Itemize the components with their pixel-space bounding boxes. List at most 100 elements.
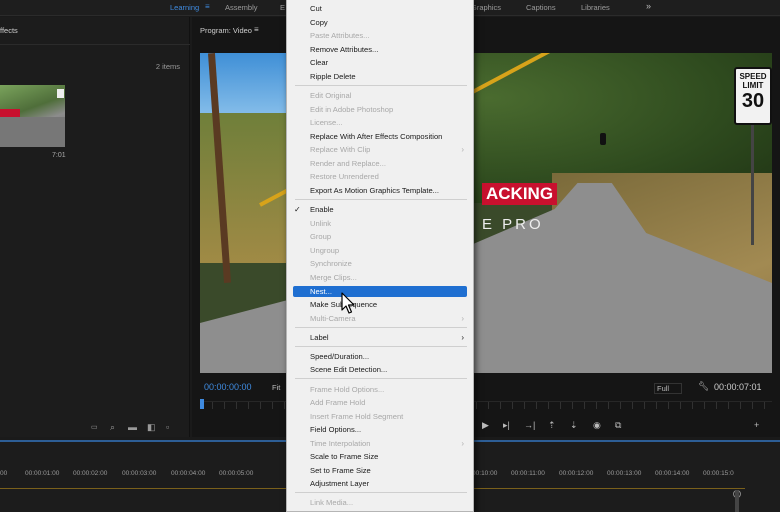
project-toolbar: ▭ ⌕ ▬ ◧ ▫ [0, 419, 190, 439]
workspace-tab-captions[interactable]: Captions [526, 3, 556, 12]
thumbnail-sign [57, 89, 64, 98]
panel-tab-effects[interactable]: ffects [0, 26, 18, 35]
program-panel-menu-icon[interactable]: ≡ [254, 25, 259, 34]
wrench-icon[interactable]: 🔧︎ [698, 381, 709, 392]
menu-separator [295, 346, 467, 347]
more-workspaces-icon[interactable]: » [646, 1, 651, 11]
menu-item-frame-hold-options[interactable]: Frame Hold Options... [287, 384, 473, 395]
playback-resolution-select[interactable]: Full [654, 383, 683, 394]
workspace-tab-assembly[interactable]: Assembly [225, 3, 258, 12]
timeline-tick: 00:00:05:00 [219, 470, 254, 477]
menu-item-ripple-delete[interactable]: Ripple Delete [287, 71, 473, 82]
zoom-select[interactable]: Fit [272, 383, 280, 392]
workspace-tab-editing[interactable]: E [280, 3, 285, 12]
menu-item-label[interactable]: Label › [287, 332, 473, 343]
sign-line-limit: LIMIT [742, 81, 764, 90]
menu-item-make-subsequence[interactable]: Make Subsequence [287, 299, 473, 310]
duration-timecode: 00:00:07:01 [714, 382, 762, 392]
menu-item-group[interactable]: Group [287, 231, 473, 242]
workspace-tab-libraries[interactable]: Libraries [581, 3, 610, 12]
timeline-tick: 00:00:11:00 [511, 470, 545, 477]
menu-item-scene-edit-detection[interactable]: Scene Edit Detection... [287, 364, 473, 375]
menu-item-speed-duration[interactable]: Speed/Duration... [287, 351, 473, 362]
timeline-tick: 00 [0, 470, 8, 477]
video-title-white: E PRO [482, 216, 544, 233]
menu-separator [295, 327, 467, 328]
export-frame-icon[interactable]: ◉ [593, 420, 601, 431]
menu-item-link-media[interactable]: Link Media... [287, 497, 473, 508]
items-count: 2 items [155, 62, 180, 71]
go-to-out-icon[interactable]: →| [524, 420, 535, 430]
timeline-tick: 00:00:14:00 [655, 470, 690, 477]
new-item-icon[interactable]: ◧ [147, 423, 156, 432]
menu-item-enable[interactable]: ✓ Enable [287, 204, 473, 215]
menu-item-insert-frame-hold-segment[interactable]: Insert Frame Hold Segment [287, 411, 473, 422]
program-playhead[interactable] [200, 399, 204, 409]
sign-line-speed: SPEED [739, 72, 767, 81]
menu-item-remove-attributes[interactable]: Remove Attributes... [287, 44, 473, 55]
submenu-arrow-icon: › [461, 439, 464, 448]
menu-item-clear[interactable]: Clear [287, 57, 473, 68]
menu-item-license[interactable]: License... [287, 117, 473, 128]
freeform-view-icon[interactable]: ▭ [91, 423, 100, 432]
menu-item-edit-in-photoshop[interactable]: Edit in Adobe Photoshop [287, 104, 473, 115]
timeline-tick: 00:00:01:00 [25, 470, 60, 477]
menu-item-restore-unrendered[interactable]: Restore Unrendered [287, 171, 473, 182]
menu-item-multi-camera[interactable]: Multi-Camera › [287, 313, 473, 324]
play-icon[interactable]: ▶ [482, 420, 489, 431]
timeline-tick: 00:00:04:00 [171, 470, 206, 477]
menu-item-replace-with-clip[interactable]: Replace With Clip › [287, 144, 473, 155]
transport-controls: ▶ ▸| →| ⇡ ⇣ ◉ ⧉ + [192, 417, 780, 437]
playhead-timecode[interactable]: 00:00:00:00 [204, 382, 252, 392]
timeline-tick: 00:00:12:00 [559, 470, 594, 477]
menu-separator [295, 492, 467, 493]
menu-item-merge-clips[interactable]: Merge Clips... [287, 272, 473, 283]
panel-divider [0, 44, 190, 45]
menu-item-synchronize[interactable]: Synchronize [287, 258, 473, 269]
menu-item-unlink[interactable]: Unlink [287, 218, 473, 229]
timeline-tick: 00:00:13:00 [607, 470, 642, 477]
menu-separator [295, 85, 467, 86]
comparison-view-icon[interactable]: ⧉ [615, 420, 621, 431]
menu-separator [295, 378, 467, 379]
sign-post [751, 125, 754, 245]
step-forward-icon[interactable]: ▸| [503, 420, 510, 431]
video-title-red: ACKING [482, 183, 558, 205]
timeline-scrollbar[interactable] [735, 490, 739, 512]
menu-item-adjustment-layer[interactable]: Adjustment Layer [287, 478, 473, 489]
menu-item-copy[interactable]: Copy [287, 17, 473, 28]
clip-thumbnail[interactable] [0, 85, 65, 147]
thumbnail-road [0, 117, 65, 147]
menu-item-scale-to-frame-size[interactable]: Scale to Frame Size [287, 451, 473, 462]
menu-item-edit-original[interactable]: Edit Original [287, 90, 473, 101]
menu-item-paste-attributes[interactable]: Paste Attributes... [287, 30, 473, 41]
mouse-pointer-icon [341, 292, 355, 314]
checkmark-icon: ✓ [294, 205, 301, 214]
timeline-tick: 00:00:15:0 [703, 470, 734, 477]
menu-item-add-frame-hold[interactable]: Add Frame Hold [287, 397, 473, 408]
sign-number: 30 [741, 90, 765, 112]
add-button-icon[interactable]: + [754, 420, 759, 430]
menu-item-set-to-frame-size[interactable]: Set to Frame Size [287, 465, 473, 476]
clip-duration: 7:01 [52, 152, 66, 159]
menu-item-field-options[interactable]: Field Options... [287, 424, 473, 435]
timeline-tick: 00:00:02:00 [73, 470, 108, 477]
menu-item-ungroup[interactable]: Ungroup [287, 245, 473, 256]
menu-item-export-mogrt[interactable]: Export As Motion Graphics Template... [287, 185, 473, 196]
thumbnail-title [0, 109, 20, 117]
program-monitor: Program: Video ≡ SPEED LIMIT 30 ACKING E… [192, 17, 780, 437]
workspace-tab-graphics[interactable]: Graphics [471, 3, 501, 12]
workspace-menu-icon[interactable]: ≡ [205, 2, 210, 11]
lift-icon[interactable]: ⇡ [548, 420, 556, 431]
menu-item-time-interpolation[interactable]: Time Interpolation › [287, 438, 473, 449]
trash-icon[interactable]: ▫ [166, 423, 175, 432]
menu-item-replace-with-ae-comp[interactable]: Replace With After Effects Composition [287, 131, 473, 142]
menu-item-nest[interactable]: Nest... [293, 286, 467, 297]
new-bin-icon[interactable]: ▬ [128, 423, 137, 432]
extract-icon[interactable]: ⇣ [570, 420, 578, 431]
workspace-tab-learning[interactable]: Learning [170, 3, 199, 12]
menu-item-render-and-replace[interactable]: Render and Replace... [287, 158, 473, 169]
menu-item-cut[interactable]: Cut [287, 3, 473, 14]
program-monitor-title[interactable]: Program: Video [200, 26, 252, 35]
search-icon[interactable]: ⌕ [110, 423, 119, 432]
